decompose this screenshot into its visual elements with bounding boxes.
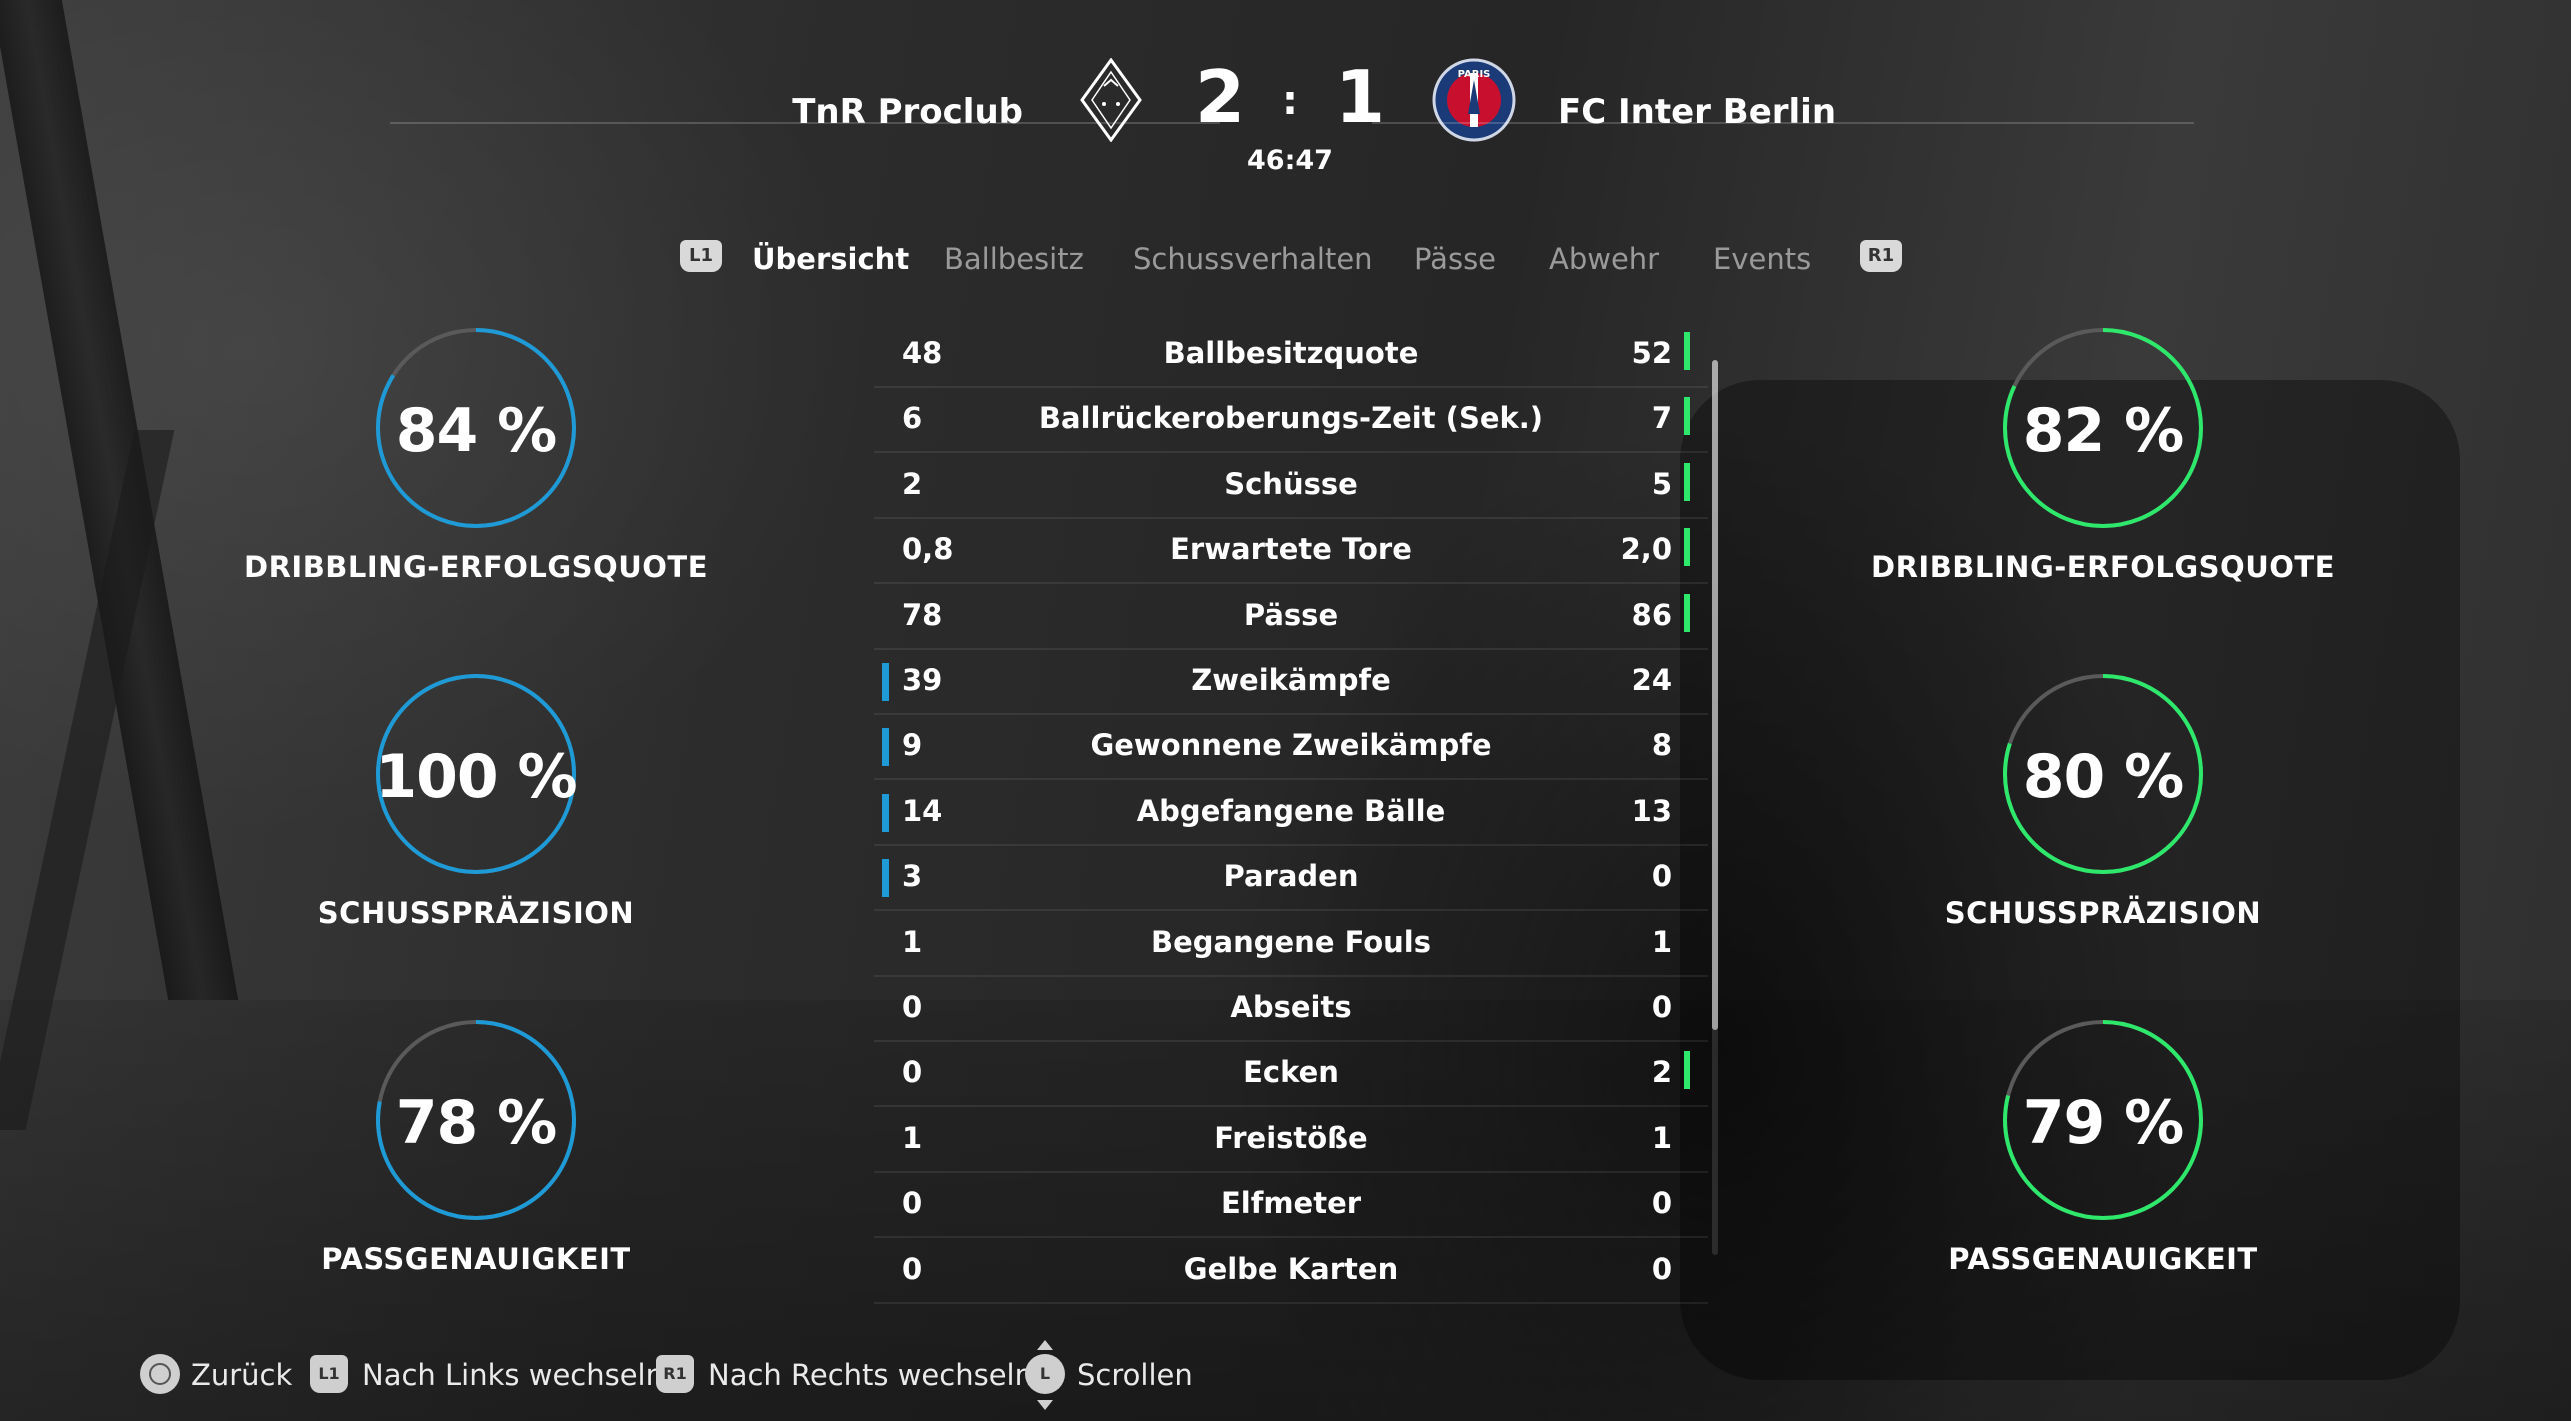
away-gauge-label: SCHUSSPRÄZISION	[1944, 896, 2262, 930]
l1-button-icon[interactable]: L1	[680, 240, 722, 272]
stat-row: 0 Ecken 2	[874, 1041, 1708, 1108]
tab-paesse[interactable]: Pässe	[1414, 242, 1496, 276]
stat-row: 1 Freistöße 1	[874, 1107, 1708, 1173]
stat-away-value: 24	[1631, 663, 1672, 697]
stat-label: Pässe	[1243, 597, 1339, 632]
stat-label: Begangene Fouls	[1151, 924, 1431, 959]
stat-away-value: 7	[1651, 401, 1672, 436]
stat-away-value: 13	[1631, 793, 1672, 828]
home-gauge-value: 78 %	[395, 1088, 558, 1158]
home-gauge-value: 100 %	[375, 742, 577, 812]
switch-left-hint[interactable]: Nach Links wechseln	[362, 1358, 664, 1392]
stats-scrollbar-thumb[interactable]	[1712, 360, 1718, 1030]
stat-label: Elfmeter	[1220, 1186, 1362, 1221]
home-gauge-label: SCHUSSPRÄZISION	[317, 896, 635, 930]
header-divider-right	[1372, 122, 2194, 124]
away-gauge-value: 80 %	[2022, 742, 2185, 812]
home-gauge: 100 % SCHUSSPRÄZISION	[216, 674, 736, 944]
score-separator: :	[1282, 78, 1298, 124]
home-score: 2	[1195, 55, 1246, 139]
away-gauge-label: DRIBBLING-ERFOLGSQUOTE	[1871, 550, 2335, 584]
stat-away-value: 1	[1651, 924, 1672, 959]
stat-label: Abgefangene Bälle	[1136, 793, 1446, 828]
stat-label: Gewonnene Zweikämpfe	[1090, 728, 1492, 763]
tab-schussverhalten[interactable]: Schussverhalten	[1133, 242, 1373, 276]
away-gauge: 80 % SCHUSSPRÄZISION	[1843, 674, 2363, 944]
diamond-crest-icon	[1080, 58, 1142, 142]
home-gauge: 84 % DRIBBLING-ERFOLGSQUOTE	[216, 328, 736, 598]
away-score: 1	[1335, 55, 1386, 139]
stat-row: 39 Zweikämpfe 24	[874, 649, 1708, 715]
away-gauge: 79 % PASSGENAUIGKEIT	[1843, 1020, 2363, 1290]
home-gauge: 78 % PASSGENAUIGKEIT	[216, 1020, 736, 1290]
stat-row: 1 Begangene Fouls 1	[874, 911, 1708, 977]
stat-away-value: 1	[1651, 1120, 1672, 1155]
stat-away-value: 0	[1651, 1251, 1672, 1286]
stat-row: 0 Gelbe Karten 0	[874, 1238, 1708, 1304]
away-gauge: 82 % DRIBBLING-ERFOLGSQUOTE	[1843, 328, 2363, 598]
footer-hints: Zurück L1 Nach Links wechseln R1 Nach Re…	[0, 1340, 2571, 1410]
circle-button-icon[interactable]	[140, 1354, 180, 1394]
stat-label: Abseits	[1230, 990, 1352, 1024]
stat-row: 14 Abgefangene Bälle 13	[874, 780, 1708, 846]
stat-label: Schüsse	[1224, 466, 1358, 501]
away-gauge-label: PASSGENAUIGKEIT	[1948, 1242, 2258, 1276]
back-hint[interactable]: Zurück	[191, 1358, 292, 1392]
away-crest-text: PARIS	[1458, 69, 1491, 80]
home-team-name: TnR Proclub	[792, 92, 1023, 132]
stat-away-value: 52	[1631, 336, 1672, 370]
tab-events[interactable]: Events	[1713, 242, 1811, 276]
stat-away-value: 8	[1651, 728, 1672, 763]
left-stick-icon[interactable]: L	[1025, 1354, 1065, 1394]
stat-row: 9 Gewonnene Zweikämpfe 8	[874, 714, 1708, 781]
score-header: TnR Proclub 2 : 1 PARIS FC Inter Berlin …	[0, 40, 2571, 180]
psg-crest-icon: PARIS	[1432, 58, 1516, 142]
stat-row: 6 Ballrückeroberungs-Zeit (Sek.) 7	[874, 387, 1708, 454]
r1-button-icon[interactable]: R1	[656, 1355, 694, 1393]
stat-label: Zweikämpfe	[1191, 663, 1391, 697]
stat-away-value: 2	[1651, 1055, 1672, 1090]
scroll-hint[interactable]: Scrollen	[1077, 1358, 1193, 1392]
stat-row: 0 Abseits 0	[874, 976, 1708, 1042]
stats-tabs: L1 Übersicht Ballbesitz Schussverhalten …	[0, 232, 2571, 282]
home-gauge-value: 84 %	[395, 396, 558, 466]
away-gauge-value: 82 %	[2022, 396, 2185, 466]
match-time: 46:47	[1247, 145, 1333, 176]
stat-label: Ballbesitzquote	[1163, 336, 1419, 370]
r1-button-icon[interactable]: R1	[1860, 240, 1902, 272]
stats-table: 48 Ballbesitzquote 52 6 Ballrückeroberungs-Z…	[874, 322, 1708, 1304]
tab-ballbesitz[interactable]: Ballbesitz	[944, 242, 1084, 276]
stat-label: Ballrückeroberungs-Zeit (Sek.)	[1038, 401, 1544, 436]
stat-label: Freistöße	[1214, 1120, 1368, 1155]
tab-abwehr[interactable]: Abwehr	[1549, 242, 1659, 276]
stat-away-value: 0	[1651, 1186, 1672, 1221]
stat-away-value: 5	[1651, 466, 1672, 501]
switch-right-hint[interactable]: Nach Rechts wechseln	[708, 1358, 1033, 1392]
background-pole	[0, 430, 175, 1130]
stat-label: Paraden	[1223, 859, 1359, 894]
away-team-name: FC Inter Berlin	[1558, 92, 1837, 132]
stat-row: 0 Elfmeter 0	[874, 1172, 1708, 1239]
stat-label: Erwartete Tore	[1170, 532, 1412, 567]
stat-away-value: 86	[1631, 597, 1672, 632]
stat-row: 48 Ballbesitzquote 52	[874, 322, 1708, 388]
home-gauge-label: PASSGENAUIGKEIT	[321, 1242, 631, 1276]
home-gauge-label: DRIBBLING-ERFOLGSQUOTE	[244, 550, 708, 584]
stat-label: Ecken	[1243, 1055, 1339, 1090]
stat-row: 0,8 Erwartete Tore 2,0	[874, 518, 1708, 585]
stat-row: 78 Pässe 86	[874, 584, 1708, 650]
scroll-up-arrow-icon	[1037, 1340, 1053, 1350]
away-gauge-value: 79 %	[2022, 1088, 2185, 1158]
stat-row: 3 Paraden 0	[874, 845, 1708, 912]
header-divider-left	[390, 122, 1220, 124]
stat-away-value: 0	[1651, 859, 1672, 894]
scroll-down-arrow-icon	[1037, 1400, 1053, 1410]
l1-button-icon[interactable]: L1	[310, 1355, 348, 1393]
stat-away-value: 2,0	[1620, 532, 1672, 567]
stat-away-value: 0	[1651, 990, 1672, 1024]
tab-uebersicht[interactable]: Übersicht	[752, 242, 909, 276]
stat-row: 2 Schüsse 5	[874, 453, 1708, 519]
stat-label: Gelbe Karten	[1183, 1251, 1399, 1286]
